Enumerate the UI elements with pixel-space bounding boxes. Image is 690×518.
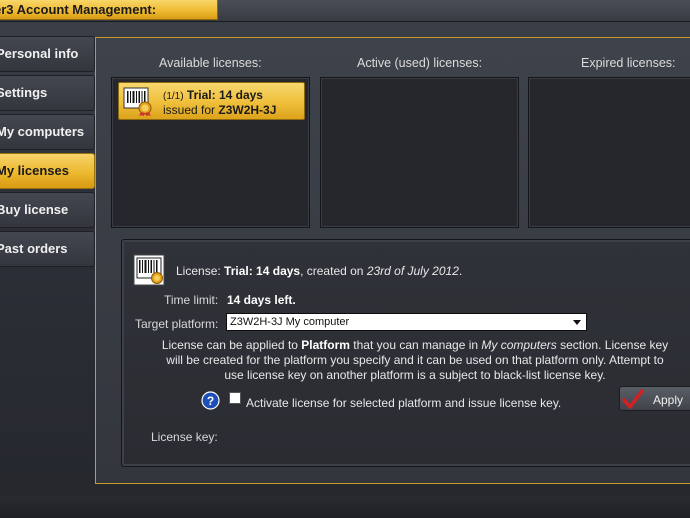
window-title: er3 Account Management: — [0, 0, 218, 20]
sidebar-item-label: Past orders — [0, 241, 68, 256]
target-platform-label: Target platform: — [135, 317, 219, 331]
license-card-issued-id: Z3W2H-3J — [218, 103, 277, 117]
sidebar-item-past-orders[interactable]: Past orders — [0, 231, 95, 267]
sidebar-item-personal-info[interactable]: Personal info — [0, 36, 95, 72]
sidebar-item-label: Personal info — [0, 46, 79, 61]
license-card-issued: issued for Z3W2H-3J — [163, 103, 276, 117]
expired-licenses-list[interactable] — [528, 77, 690, 228]
sidebar-item-label: My computers — [0, 124, 85, 139]
sidebar-item-label: Settings — [0, 85, 48, 100]
barcode-seal-icon — [123, 87, 152, 116]
activate-license-checkbox[interactable] — [229, 392, 241, 404]
license-name: Trial: 14 days — [224, 264, 301, 278]
activate-license-label[interactable]: Activate license for selected platform a… — [246, 396, 561, 410]
sidebar-item-buy-license[interactable]: Buy license — [0, 192, 95, 228]
license-created-suffix: . — [458, 264, 463, 278]
license-label: License: — [176, 264, 221, 278]
svg-text:?: ? — [207, 394, 214, 408]
desc-italic: My computers — [481, 338, 557, 352]
target-platform-select[interactable]: Z3W2H-3J My computer — [226, 313, 587, 331]
desc-bold: Platform — [301, 338, 350, 352]
license-description: License can be applied to Platform that … — [160, 338, 670, 383]
license-card-count: (1/1) — [163, 91, 184, 102]
apply-button-label: Apply — [653, 393, 684, 407]
sidebar-item-label: My licenses — [0, 163, 69, 178]
license-card-title: (1/1) Trial: 14 days — [163, 88, 263, 102]
chevron-down-icon[interactable] — [570, 315, 584, 329]
barcode-seal-icon — [133, 254, 165, 286]
help-icon[interactable]: ? — [201, 391, 220, 410]
desc-part2: that you can manage in — [349, 338, 482, 352]
license-card-type: Trial: — [186, 88, 216, 102]
available-licenses-header: Available licenses: — [159, 56, 262, 70]
check-icon — [622, 389, 644, 409]
license-card-trial[interactable]: (1/1) Trial: 14 days issued for Z3W2H-3J — [118, 82, 305, 120]
license-created-prefix: , created on — [300, 264, 364, 278]
sidebar-item-my-computers[interactable]: My computers — [0, 114, 95, 150]
apply-button[interactable]: Apply — [619, 386, 690, 411]
bottom-bar — [0, 496, 690, 518]
license-info-line: License: Trial: 14 days, created on 23rd… — [176, 264, 462, 278]
sidebar-item-my-licenses[interactable]: My licenses — [0, 153, 95, 189]
active-licenses-list[interactable] — [320, 77, 519, 228]
time-limit-text: 14 days left. — [227, 293, 296, 307]
sidebar-item-settings[interactable]: Settings — [0, 75, 95, 111]
active-licenses-header: Active (used) licenses: — [357, 56, 483, 70]
window-title-text: er3 Account Management: — [0, 2, 157, 17]
expired-licenses-header: Expired licenses: — [581, 56, 676, 70]
time-limit-label: Time limit: — [164, 293, 219, 307]
desc-part1: License can be applied to — [161, 338, 302, 352]
title-bar: er3 Account Management: — [0, 0, 690, 22]
license-created-date: 23rd of July 2012 — [366, 264, 459, 278]
target-platform-value: Z3W2H-3J My computer — [230, 316, 350, 328]
license-key-label: License key: — [151, 430, 218, 444]
license-card-issued-prefix: issued for — [163, 103, 216, 117]
sidebar-item-label: Buy license — [0, 202, 69, 217]
time-limit-value: 14 days left. — [227, 293, 296, 307]
license-card-duration: 14 days — [218, 88, 263, 102]
